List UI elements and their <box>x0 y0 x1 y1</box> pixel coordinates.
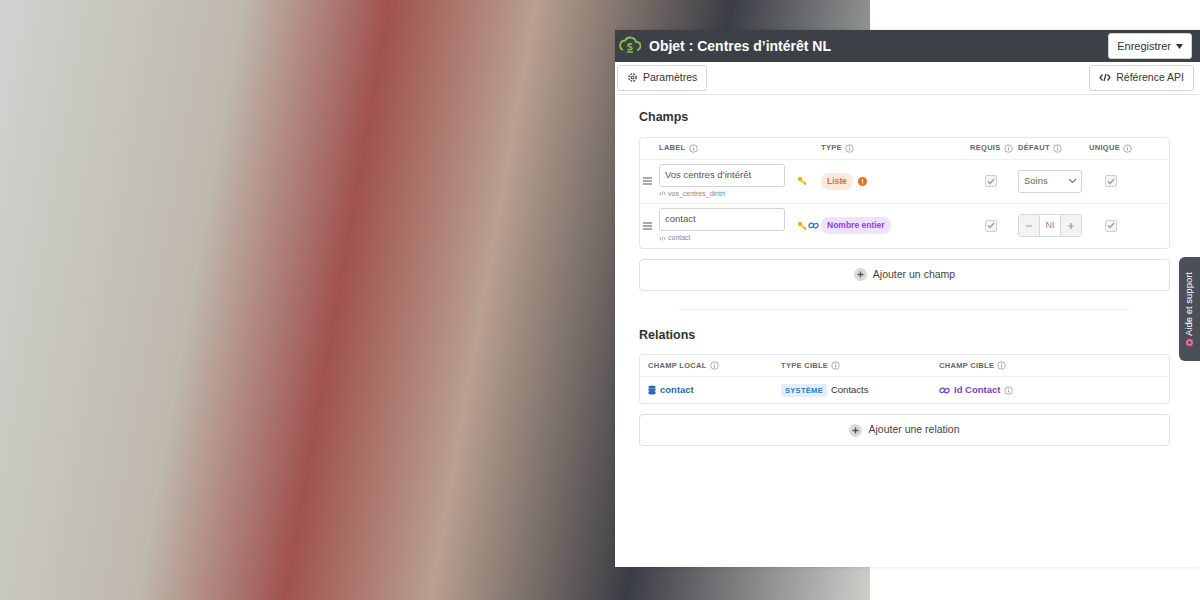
field-key: vos_centres_dintrt <box>659 189 785 200</box>
column-header: LABEL <box>659 142 785 153</box>
field-row: Vos centres d’intérêt vos_centres_dintrt L… <box>640 160 1169 205</box>
field-row: contact contact Nombre entier <box>640 204 1169 248</box>
info-icon <box>1004 386 1013 395</box>
decrement-button[interactable] <box>1019 215 1039 236</box>
link-icon <box>808 221 819 230</box>
default-input[interactable] <box>1039 215 1060 236</box>
unique-checkbox[interactable] <box>1105 220 1117 232</box>
key-icon <box>797 176 807 186</box>
default-cell: Soins <box>1018 170 1089 193</box>
label-cell: contact contact <box>659 204 785 248</box>
object-editor: Objet : Centres d’intérêt NLEnregistrerP… <box>615 30 1200 567</box>
target-field[interactable]: Id Contact <box>939 383 1169 397</box>
target-type: SYSTÈMEContacts <box>781 383 939 397</box>
save-button[interactable]: Enregistrer <box>1108 33 1192 60</box>
required-checkbox[interactable] <box>985 220 997 232</box>
info-icon <box>831 361 840 370</box>
code-icon <box>659 191 666 196</box>
gear-icon <box>627 72 638 83</box>
plus-icon <box>849 424 862 437</box>
content: Champs LABEL TYPEREQUISDÉFAUTUNIQUE Vos cen… <box>615 95 1200 447</box>
type-badge: Nombre entier <box>821 217 891 234</box>
unique-cell <box>1089 220 1169 232</box>
type-cell: Liste <box>821 173 970 190</box>
toolbar: Paramètres Référence API <box>615 62 1200 95</box>
link-icon <box>939 386 950 395</box>
column-header: UNIQUE <box>1089 142 1169 153</box>
info-icon <box>689 144 698 153</box>
support-icon <box>1186 339 1193 346</box>
type-cell: Nombre entier <box>821 217 970 234</box>
column-header: TYPE <box>821 142 970 153</box>
caret-icon <box>1176 44 1183 49</box>
info-icon <box>845 144 854 153</box>
column-header: CHAMP LOCAL <box>648 360 781 371</box>
info-icon <box>1053 144 1062 153</box>
default-select[interactable]: Soins <box>1018 170 1082 193</box>
relations-table: CHAMP LOCALTYPE CIBLECHAMP CIBLEcontactS… <box>639 354 1170 404</box>
type-badge: Liste <box>821 173 853 190</box>
key-icon <box>797 221 807 231</box>
field-key: contact <box>659 233 785 244</box>
add-field-button[interactable]: Ajouter un champ <box>639 259 1170 291</box>
required-checkbox[interactable] <box>985 175 997 187</box>
relation-row: contactSYSTÈMEContactsId Contact <box>640 377 1169 403</box>
relations-title: Relations <box>639 326 1170 345</box>
fields-title: Champs <box>639 108 1170 127</box>
plus-icon <box>854 268 867 281</box>
relations-header: CHAMP LOCALTYPE CIBLECHAMP CIBLE <box>640 355 1169 377</box>
fields-table: LABEL TYPEREQUISDÉFAUTUNIQUE Vos centres d… <box>639 137 1170 249</box>
column-header: TYPE CIBLE <box>781 360 939 371</box>
api-reference-button[interactable]: Référence API <box>1089 65 1194 91</box>
chevron-icon <box>1068 178 1077 184</box>
code-icon <box>1099 73 1111 82</box>
help-tab[interactable]: Aide et support <box>1179 257 1200 361</box>
unique-checkbox[interactable] <box>1105 175 1117 187</box>
unique-cell <box>1089 175 1169 187</box>
field-icons <box>785 176 821 186</box>
required-cell <box>970 175 1018 187</box>
warning-icon <box>858 177 867 186</box>
database-icon <box>648 385 656 395</box>
info-icon <box>1004 144 1013 153</box>
increment-button[interactable] <box>1061 215 1081 236</box>
logo-icon <box>619 35 641 57</box>
label-input[interactable]: contact <box>659 208 785 231</box>
required-cell <box>970 220 1018 232</box>
field-icons <box>785 221 821 231</box>
column-header: CHAMP CIBLE <box>939 360 1169 371</box>
drag-handle-icon[interactable] <box>643 222 659 230</box>
info-icon <box>1123 144 1132 153</box>
label-input[interactable]: Vos centres d’intérêt <box>659 164 785 187</box>
settings-button[interactable]: Paramètres <box>617 65 707 91</box>
column-header: REQUIS <box>970 142 1018 153</box>
info-icon <box>997 361 1006 370</box>
header-bar: Objet : Centres d’intérêt NL Enregistrer <box>615 30 1200 62</box>
code-icon <box>659 236 666 241</box>
local-field[interactable]: contact <box>648 383 781 397</box>
label-cell: Vos centres d’intérêt vos_centres_dintrt <box>659 160 785 204</box>
system-badge: SYSTÈME <box>781 384 827 397</box>
info-icon <box>710 361 719 370</box>
separator <box>679 309 1130 310</box>
drag-handle-icon[interactable] <box>643 177 659 185</box>
column-header: DÉFAUT <box>1018 142 1089 153</box>
add-relation-button[interactable]: Ajouter une relation <box>639 414 1170 446</box>
default-stepper <box>1018 214 1082 237</box>
fields-header: LABEL TYPEREQUISDÉFAUTUNIQUE <box>640 138 1169 160</box>
page-title: Objet : Centres d’intérêt NL <box>649 36 831 57</box>
default-cell <box>1018 214 1089 237</box>
